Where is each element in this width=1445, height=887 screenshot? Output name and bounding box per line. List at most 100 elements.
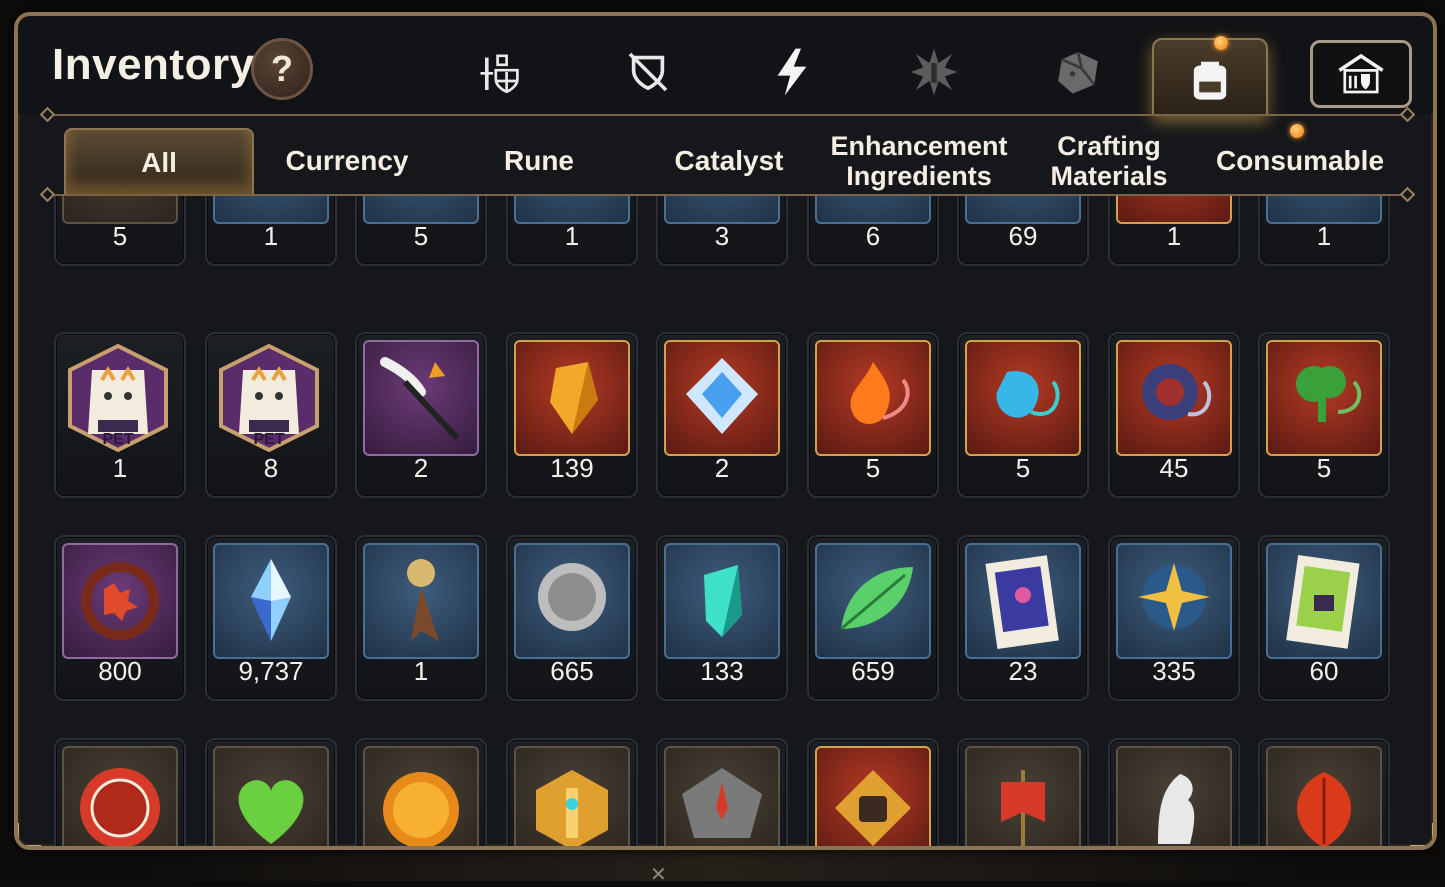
item-quantity: 69 — [1008, 221, 1038, 251]
item-quantity: 2 — [714, 453, 730, 483]
item-quantity: 1 — [263, 221, 279, 251]
inventory-slot[interactable]: 1 — [506, 196, 638, 266]
subtab-consumable[interactable]: Consumable — [1202, 128, 1398, 194]
inventory-slot[interactable]: 60 — [1258, 535, 1390, 701]
inventory-slot[interactable]: PET 1 — [54, 332, 186, 498]
item-icon-frame — [1116, 543, 1232, 659]
tab-storage[interactable] — [1310, 40, 1412, 108]
inventory-slot[interactable]: 1 — [1108, 196, 1240, 266]
inventory-slot[interactable]: 1 — [1258, 196, 1390, 266]
orange-medallion-icon — [365, 196, 477, 222]
pet-food-bag-icon: PET — [68, 343, 168, 452]
no-shield-icon — [628, 52, 668, 92]
item-icon-frame — [664, 746, 780, 846]
item-icon-frame — [213, 543, 329, 659]
item-icon-frame — [1266, 196, 1382, 224]
inventory-slot[interactable]: 5 — [807, 332, 939, 498]
inventory-slot[interactable]: 133 — [656, 535, 788, 701]
storage-house-icon — [1338, 53, 1384, 94]
item-icon-frame — [1116, 340, 1232, 456]
subtab-currency[interactable]: Currency — [252, 128, 442, 194]
inventory-slot[interactable]: 3 — [656, 196, 788, 266]
subtab-all[interactable]: All — [64, 128, 254, 196]
subtab-enhancement-ingredients[interactable]: Enhancement Ingredients — [824, 128, 1014, 194]
inventory-slot[interactable]: PET 8 — [205, 332, 337, 498]
inventory-slot[interactable]: 665 — [506, 535, 638, 701]
subtab-rune[interactable]: Rune — [444, 128, 634, 194]
stone-compass-icon — [682, 768, 762, 838]
blue-diamond-icon — [686, 358, 758, 434]
inventory-slot[interactable] — [656, 738, 788, 846]
tab-cube[interactable] — [1048, 42, 1108, 102]
subtab-label: Materials — [1050, 161, 1168, 191]
pet-label: PET — [102, 431, 133, 448]
inventory-slot[interactable]: 1 — [355, 535, 487, 701]
inventory-slot[interactable] — [1258, 738, 1390, 846]
inventory-slot[interactable] — [506, 738, 638, 846]
inventory-slot[interactable] — [957, 738, 1089, 846]
inventory-slot[interactable]: 5 — [1258, 332, 1390, 498]
red-banner-icon — [1001, 770, 1045, 846]
tab-equipment[interactable] — [473, 42, 533, 102]
inventory-slot[interactable]: 5 — [54, 196, 186, 266]
item-icon-frame — [514, 746, 630, 846]
item-quantity: 1 — [112, 453, 128, 483]
subtab-crafting-materials[interactable]: Crafting Materials — [1014, 128, 1204, 194]
water-pendant-icon — [996, 371, 1060, 418]
subtab-label: Catalyst — [674, 145, 784, 176]
tab-lightning[interactable] — [762, 42, 822, 102]
leaf-bundle-icon — [967, 196, 1079, 222]
subtab-label: Rune — [504, 145, 574, 176]
inventory-slot[interactable]: 5 — [957, 332, 1089, 498]
item-quantity: 1 — [1316, 221, 1332, 251]
inventory-slot[interactable]: 6 — [807, 196, 939, 266]
gold-sun-coin-icon — [383, 772, 459, 846]
inventory-slot[interactable] — [355, 738, 487, 846]
inventory-slot[interactable] — [807, 738, 939, 846]
item-quantity: 6 — [865, 221, 881, 251]
cube-icon — [1058, 51, 1098, 94]
inventory-slot[interactable]: 2 — [355, 332, 487, 498]
item-icon-frame: PET — [213, 340, 325, 452]
pet-label: PET — [253, 431, 284, 448]
tab-backpack[interactable] — [1152, 38, 1268, 116]
item-quantity: 335 — [1152, 656, 1196, 686]
tab-burst[interactable] — [904, 42, 964, 102]
equipment-icon — [480, 54, 519, 94]
blue-ticket-icon — [985, 555, 1059, 650]
dark-ring-pendant-icon — [1142, 364, 1212, 420]
blue-circle-icon — [1268, 196, 1380, 222]
subtab-label: Currency — [285, 145, 409, 176]
inventory-slot[interactable]: 23 — [957, 535, 1089, 701]
inventory-slot[interactable]: 335 — [1108, 535, 1240, 701]
item-quantity: 139 — [550, 453, 594, 483]
item-grid[interactable]: 5 1 5 1 3 6 69 1 1 PET 1 PET 8 2 139 2 5 5 45 5 800 9,737 1 665… — [18, 196, 1433, 846]
inventory-slot[interactable]: 139 — [506, 332, 638, 498]
inventory-slot[interactable] — [205, 738, 337, 846]
item-icon-frame — [1266, 543, 1382, 659]
inventory-slot[interactable]: 45 — [1108, 332, 1240, 498]
inventory-slot[interactable]: 1 — [205, 196, 337, 266]
item-quantity: 5 — [413, 221, 429, 251]
tab-no-shield[interactable] — [618, 42, 678, 102]
inventory-slot[interactable]: 69 — [957, 196, 1089, 266]
pet-food-bag-icon: PET — [219, 343, 319, 452]
inventory-slot[interactable]: 659 — [807, 535, 939, 701]
subtab-label: Ingredients — [846, 161, 992, 191]
subtab-catalyst[interactable]: Catalyst — [634, 128, 824, 194]
help-button[interactable]: ? — [251, 38, 313, 100]
inventory-slot[interactable]: 2 — [656, 332, 788, 498]
item-quantity: 60 — [1309, 656, 1339, 686]
inventory-slot[interactable] — [1108, 738, 1240, 846]
inventory-slot[interactable]: 800 — [54, 535, 186, 701]
item-icon-frame — [62, 746, 178, 846]
item-icon-frame — [363, 196, 479, 224]
item-quantity: 1 — [564, 221, 580, 251]
subtab-label: Crafting — [1057, 131, 1161, 161]
item-quantity: 8 — [263, 453, 279, 483]
inventory-slot[interactable] — [54, 738, 186, 846]
inventory-slot[interactable]: 9,737 — [205, 535, 337, 701]
notification-dot — [1290, 124, 1304, 138]
item-icon-frame — [965, 340, 1081, 456]
inventory-slot[interactable]: 5 — [355, 196, 487, 266]
